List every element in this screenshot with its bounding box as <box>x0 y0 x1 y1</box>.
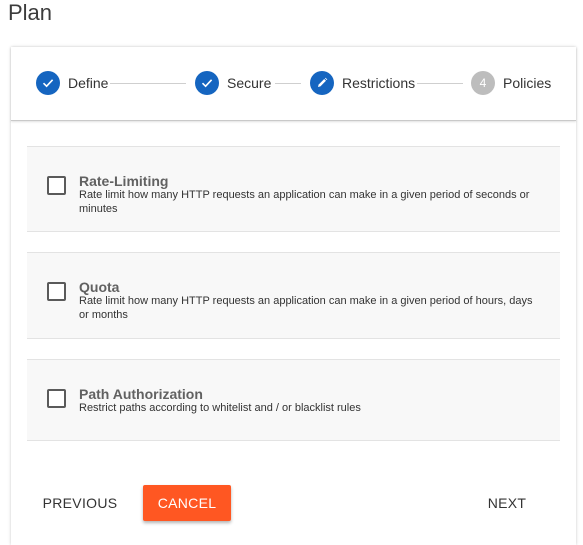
step-secure[interactable]: Secure <box>195 71 271 95</box>
rate-limiting-checkbox[interactable] <box>47 176 66 195</box>
option-path-authorization[interactable]: Path Authorization Restrict paths accord… <box>27 359 560 441</box>
stepper: Define Secure Restrictions 4 Policies <box>11 47 576 121</box>
option-rate-limiting[interactable]: Rate-Limiting Rate limit how many HTTP r… <box>27 146 560 232</box>
option-description: Rate limit how many HTTP requests an app… <box>79 295 533 321</box>
step-policies[interactable]: 4 Policies <box>471 71 551 95</box>
option-quota[interactable]: Quota Rate limit how many HTTP requests … <box>27 252 560 339</box>
option-title: Path Authorization <box>79 386 203 402</box>
option-title: Rate-Limiting <box>79 173 169 189</box>
pencil-icon <box>310 71 334 95</box>
step-define-label: Define <box>68 75 109 91</box>
next-button[interactable]: NEXT <box>479 485 535 521</box>
path-authorization-checkbox[interactable] <box>47 389 66 408</box>
plan-wizard-card: Define Secure Restrictions 4 Policies Ra… <box>11 47 576 545</box>
step-connector <box>110 83 186 84</box>
page-title: Plan <box>8 0 53 25</box>
option-description: Restrict paths according to whitelist an… <box>79 402 361 414</box>
option-title: Quota <box>79 279 120 295</box>
step-policies-label: Policies <box>503 75 552 91</box>
step-secure-label: Secure <box>227 75 272 91</box>
previous-button[interactable]: PREVIOUS <box>43 485 117 521</box>
check-icon <box>36 71 60 95</box>
step-number-badge: 4 <box>471 71 495 95</box>
step-restrictions-label: Restrictions <box>342 75 416 91</box>
step-restrictions[interactable]: Restrictions <box>310 71 415 95</box>
quota-checkbox[interactable] <box>47 282 66 301</box>
check-icon <box>195 71 219 95</box>
step-define[interactable]: Define <box>36 71 108 95</box>
step-connector <box>417 83 463 84</box>
step-connector <box>275 83 301 84</box>
cancel-button[interactable]: CANCEL <box>143 485 231 521</box>
option-description: Rate limit how many HTTP requests an app… <box>79 189 530 215</box>
